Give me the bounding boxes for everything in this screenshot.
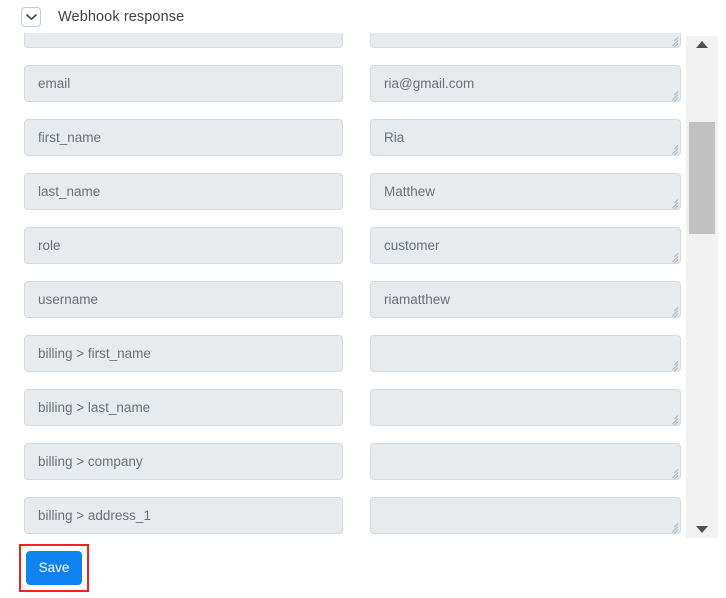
webhook-response-header: Webhook response <box>0 0 726 33</box>
resize-handle-icon[interactable] <box>665 519 679 533</box>
field-value-textarea[interactable]: Ria <box>370 119 681 156</box>
field-key-input[interactable] <box>24 33 343 48</box>
mapping-row: billing > last_name <box>0 389 726 443</box>
field-value-textarea[interactable] <box>370 335 681 372</box>
mapping-row: billing > first_name <box>0 335 726 389</box>
field-key-input[interactable]: username <box>24 281 343 318</box>
caret-up-icon <box>696 41 708 48</box>
field-value-textarea[interactable]: ria@gmail.com <box>370 65 681 102</box>
resize-handle-icon[interactable] <box>665 357 679 371</box>
field-key-input[interactable]: first_name <box>24 119 343 156</box>
scroll-down-button[interactable] <box>686 521 718 538</box>
resize-handle-icon[interactable] <box>665 87 679 101</box>
page-title: Webhook response <box>58 8 185 25</box>
field-value-textarea[interactable] <box>370 389 681 426</box>
mapping-row: username riamatthew <box>0 281 726 335</box>
vertical-scrollbar[interactable] <box>686 36 718 538</box>
mapping-fields-viewport: email ria@gmail.com first_name Ria last_name… <box>0 33 726 541</box>
caret-down-icon <box>696 526 708 533</box>
field-key-input[interactable]: billing > company <box>24 443 343 480</box>
mapping-row: billing > company <box>0 443 726 497</box>
mapping-row: first_name Ria <box>0 119 726 173</box>
field-value-textarea[interactable] <box>370 443 681 480</box>
mapping-row: email ria@gmail.com <box>0 65 726 119</box>
form-footer: Save <box>0 541 726 598</box>
field-key-input[interactable]: email <box>24 65 343 102</box>
field-key-input[interactable]: billing > address_1 <box>24 497 343 534</box>
field-key-input[interactable]: role <box>24 227 343 264</box>
resize-handle-icon[interactable] <box>665 465 679 479</box>
mapping-row: last_name Matthew <box>0 173 726 227</box>
field-value-textarea[interactable]: Matthew <box>370 173 681 210</box>
mapping-row: role customer <box>0 227 726 281</box>
resize-handle-icon[interactable] <box>665 33 679 47</box>
scroll-up-button[interactable] <box>686 36 718 53</box>
field-key-input[interactable]: billing > first_name <box>24 335 343 372</box>
resize-handle-icon[interactable] <box>665 303 679 317</box>
field-value-textarea[interactable]: riamatthew <box>370 281 681 318</box>
field-value-textarea[interactable]: customer <box>370 227 681 264</box>
field-key-input[interactable]: last_name <box>24 173 343 210</box>
mapping-rows-list: email ria@gmail.com first_name Ria last_name… <box>0 33 726 541</box>
resize-handle-icon[interactable] <box>665 249 679 263</box>
resize-handle-icon[interactable] <box>665 141 679 155</box>
chevron-down-icon <box>25 13 37 21</box>
field-key-input[interactable]: billing > last_name <box>24 389 343 426</box>
resize-handle-icon[interactable] <box>665 411 679 425</box>
scrollbar-thumb[interactable] <box>689 122 715 234</box>
save-button[interactable]: Save <box>26 551 82 585</box>
field-value-textarea[interactable] <box>370 33 681 48</box>
collapse-toggle-button[interactable] <box>21 6 41 27</box>
resize-handle-icon[interactable] <box>665 195 679 209</box>
mapping-row <box>0 33 726 65</box>
mapping-row: billing > address_1 <box>0 497 726 541</box>
field-value-textarea[interactable] <box>370 497 681 534</box>
